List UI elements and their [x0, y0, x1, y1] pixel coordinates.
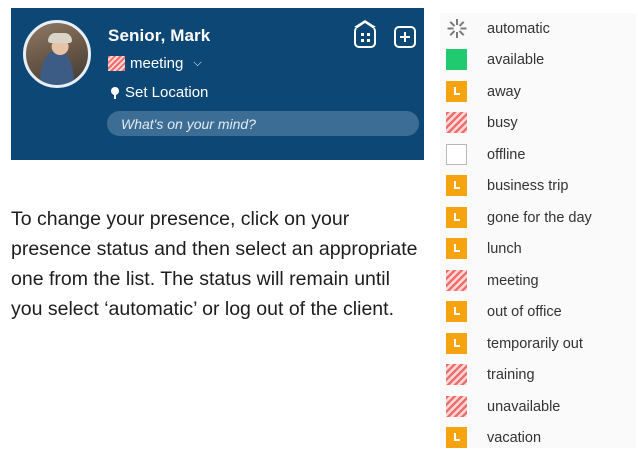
clock-icon: [446, 80, 467, 102]
clock-icon: [446, 175, 467, 196]
apps-roof-inner: [356, 23, 374, 29]
status-item-label: temporarily out: [487, 335, 583, 352]
status-message-input[interactable]: [107, 111, 419, 136]
status-item-training[interactable]: training: [440, 360, 636, 392]
status-item-out-of-office[interactable]: out of office: [440, 297, 636, 329]
status-item-offline[interactable]: offline: [440, 139, 636, 171]
spinner-icon: [446, 18, 467, 39]
presence-instructions: To change your presence, click on your p…: [11, 208, 418, 320]
status-item-label: vacation: [487, 430, 542, 447]
busy-hatched-icon: [446, 269, 467, 291]
busy-hatched-icon: [446, 364, 467, 385]
status-item-lunch[interactable]: lunch: [440, 234, 636, 266]
busy-hatched-icon: [446, 395, 467, 417]
status-item-label: automatic: [487, 20, 550, 37]
status-item-meeting[interactable]: meeting: [440, 265, 636, 297]
status-item-label: offline: [487, 146, 526, 163]
status-item-label: available: [487, 52, 545, 69]
status-item-label: unavailable: [487, 398, 561, 415]
presence-status-label: meeting: [130, 55, 184, 72]
status-item-business-trip[interactable]: business trip: [440, 171, 636, 203]
busy-hatched-icon: [108, 56, 125, 71]
status-item-label: training: [487, 367, 535, 384]
available-square-icon: [446, 49, 467, 70]
presence-help-page: Senior, Mark meeting ⌵ Set Location To c…: [0, 0, 638, 450]
status-item-unavailable[interactable]: unavailable: [440, 391, 636, 423]
clock-icon: [446, 332, 467, 354]
presence-status-list: automatic available away busy offline bu…: [440, 13, 636, 448]
apps-button[interactable]: [354, 20, 376, 48]
clock-icon: [446, 427, 467, 448]
set-location-label: Set Location: [125, 84, 209, 101]
presence-status-selector[interactable]: meeting ⌵: [108, 55, 202, 72]
set-location-link[interactable]: Set Location: [111, 84, 208, 101]
offline-square-icon: [446, 143, 467, 165]
user-avatar[interactable]: [23, 20, 91, 88]
status-item-gone-for-the-day[interactable]: gone for the day: [440, 202, 636, 234]
status-item-automatic[interactable]: automatic: [440, 13, 636, 45]
status-item-label: gone for the day: [487, 209, 592, 226]
status-item-label: out of office: [487, 304, 562, 321]
status-item-label: business trip: [487, 178, 569, 195]
status-item-label: lunch: [487, 241, 522, 258]
status-item-label: meeting: [487, 272, 539, 289]
map-pin-icon: [111, 86, 119, 99]
add-button[interactable]: [394, 26, 416, 48]
clock-icon: [446, 238, 467, 259]
status-item-temporarily-out[interactable]: temporarily out: [440, 328, 636, 360]
busy-hatched-icon: [446, 112, 467, 133]
status-item-away[interactable]: away: [440, 76, 636, 108]
status-item-label: away: [487, 83, 521, 100]
profile-card: Senior, Mark meeting ⌵ Set Location: [11, 8, 424, 160]
status-item-available[interactable]: available: [440, 45, 636, 77]
status-item-busy[interactable]: busy: [440, 108, 636, 140]
status-item-label: busy: [487, 115, 518, 132]
avatar-photo-detail: [48, 33, 72, 43]
chevron-down-icon: ⌵: [193, 57, 202, 69]
clock-icon: [446, 301, 467, 322]
status-item-vacation[interactable]: vacation: [440, 423, 636, 450]
apps-grid-icon: [361, 33, 370, 42]
clock-icon: [446, 206, 467, 228]
user-name: Senior, Mark: [108, 26, 211, 45]
